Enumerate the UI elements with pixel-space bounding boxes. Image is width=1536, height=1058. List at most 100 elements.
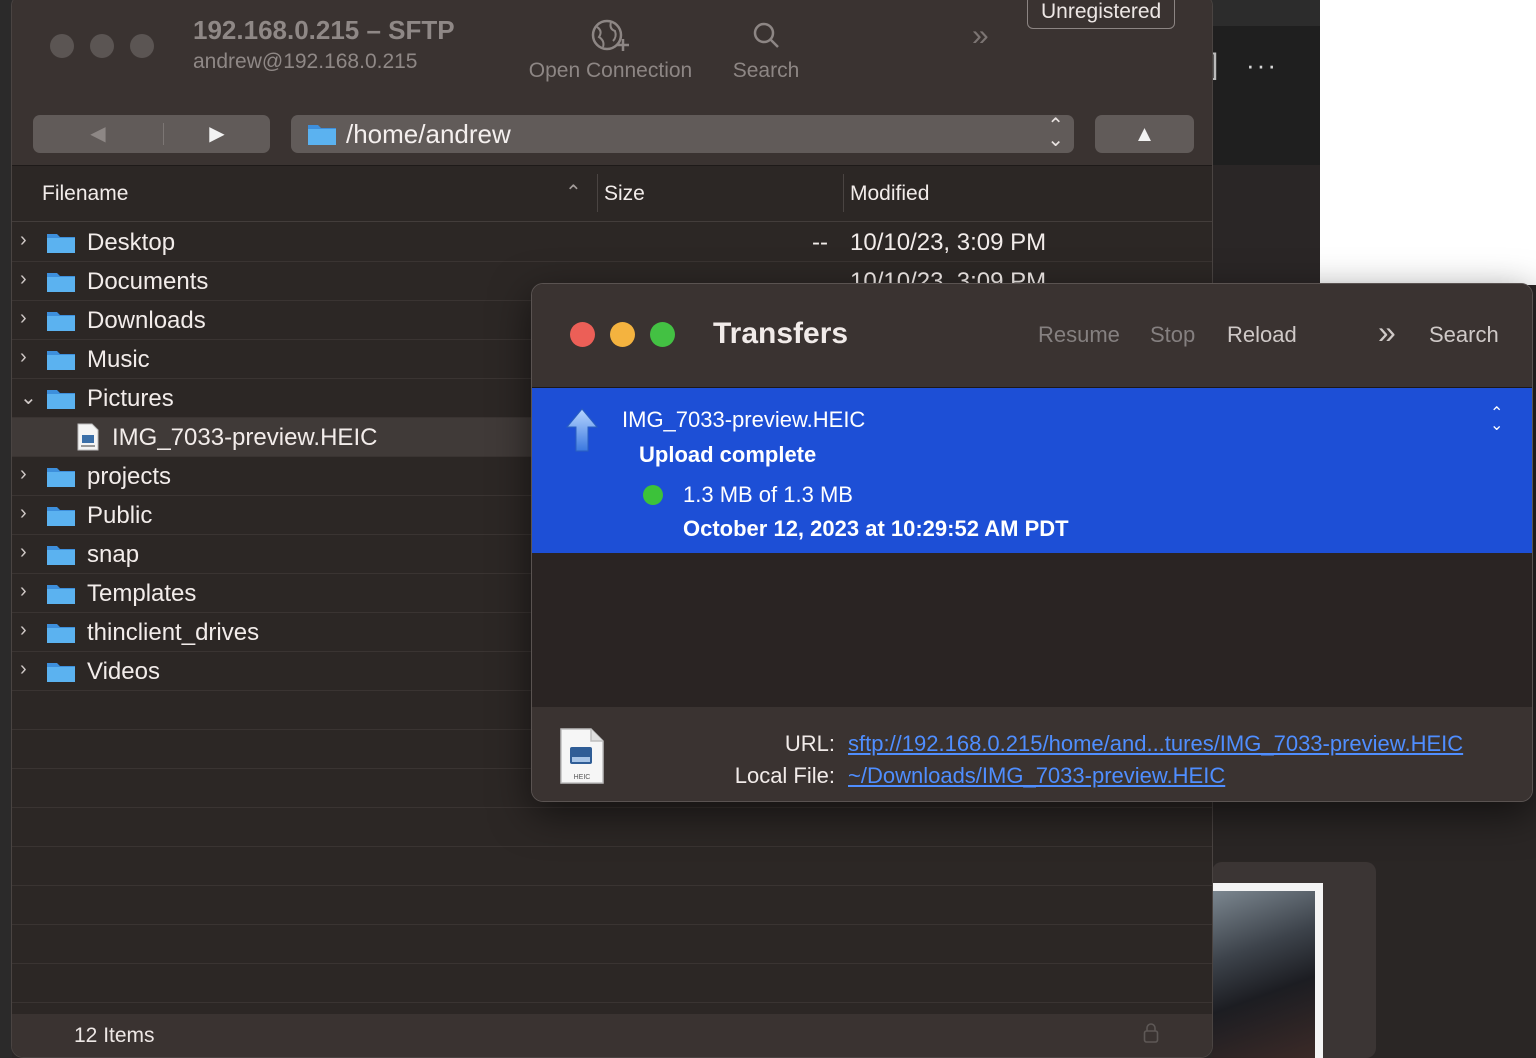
resume-button[interactable]: Resume [1038, 322, 1120, 348]
empty-row [12, 964, 1212, 1003]
chevron-down-icon[interactable]: ⌄ [20, 385, 37, 410]
transfer-info-panel: HEIC URL: sftp://192.168.0.215/home/and.… [532, 707, 1532, 801]
chevron-right-icon[interactable]: › [20, 658, 27, 681]
chevron-right-icon[interactable]: › [20, 307, 27, 330]
file-row-desktop[interactable]: › Desktop -- 10/10/23, 3:09 PM [12, 223, 1212, 262]
folder-icon [307, 122, 337, 151]
file-name: Downloads [87, 307, 206, 334]
file-name: projects [87, 463, 172, 490]
transfers-list-empty [532, 554, 1532, 707]
search-icon [726, 15, 806, 59]
open-connection-label: Open Connection [528, 59, 693, 82]
file-name: Videos [87, 658, 160, 685]
modified-column-header[interactable]: Modified [850, 182, 929, 206]
folder-icon [46, 349, 76, 376]
file-name: Music [87, 346, 150, 373]
folder-icon [46, 661, 76, 688]
background-window-titlebar [1210, 0, 1320, 26]
chevron-double-right-icon[interactable]: » [1378, 314, 1396, 351]
column-separator [597, 174, 598, 212]
open-connection-button[interactable]: Open Connection [518, 15, 703, 83]
transfer-progress: 1.3 MB of 1.3 MB [683, 482, 853, 507]
chevron-right-icon[interactable]: › [20, 229, 27, 252]
chevron-right-icon[interactable]: › [20, 463, 27, 486]
folder-icon [46, 583, 76, 610]
file-name: Templates [87, 580, 197, 607]
size-column-header[interactable]: Size [604, 182, 645, 206]
file-name: Desktop [87, 229, 176, 256]
url-link[interactable]: sftp://192.168.0.215/home/and...tures/IM… [848, 731, 1463, 757]
photo-image [1212, 891, 1315, 1058]
close-button[interactable] [570, 322, 595, 347]
more-options-icon[interactable]: ··· [1246, 50, 1278, 81]
file-name: thinclient_drives [87, 619, 260, 646]
transfer-filename: IMG_7033-preview.HEIC [622, 407, 866, 432]
heic-file-icon [76, 423, 100, 456]
folder-icon [46, 505, 76, 532]
photo-thumbnail[interactable] [1212, 883, 1323, 1058]
folder-icon [46, 232, 76, 259]
file-modified: 10/10/23, 3:09 PM [850, 229, 1047, 256]
transfer-timestamp: October 12, 2023 at 10:29:52 AM PDT [683, 516, 1069, 541]
path-popup[interactable]: /home/andrew ⌃ ⌄ [291, 115, 1074, 153]
chevron-right-icon[interactable]: › [20, 619, 27, 642]
file-name: Public [87, 502, 153, 529]
transfer-item[interactable]: IMG_7033-preview.HEIC Upload complete 1.… [532, 388, 1532, 553]
chevron-right-icon[interactable]: › [20, 268, 27, 291]
chevron-updown-icon: ⌃ ⌄ [1047, 115, 1064, 151]
filename-column-header[interactable]: Filename [42, 182, 128, 206]
forward-button[interactable]: ▶ [164, 115, 270, 153]
empty-row [12, 847, 1212, 886]
file-name: Documents [87, 268, 209, 295]
upload-arrow-icon [565, 407, 599, 460]
local-file-link[interactable]: ~/Downloads/IMG_7033-preview.HEIC [848, 763, 1225, 789]
transfers-toolbar: Transfers Resume Stop Reload » Search [532, 284, 1532, 388]
window-subtitle: andrew@192.168.0.215 [193, 50, 418, 73]
background-window [1210, 0, 1320, 165]
unregistered-button[interactable]: Unregistered [1027, 0, 1176, 29]
back-forward-control: ◀ ▶ [33, 115, 270, 153]
search-button[interactable]: Search [726, 15, 806, 83]
folder-icon [46, 388, 76, 415]
chevron-right-icon[interactable]: › [20, 502, 27, 525]
file-name: snap [87, 541, 140, 568]
parent-directory-button[interactable]: ▲ [1095, 115, 1194, 153]
stop-button[interactable]: Stop [1150, 322, 1195, 348]
chevron-right-icon[interactable]: › [20, 346, 27, 369]
chevron-double-right-icon[interactable]: » [972, 19, 989, 53]
status-bar: 12 Items [12, 1014, 1212, 1057]
column-separator [843, 174, 844, 212]
empty-row [12, 808, 1212, 847]
chevron-right-icon[interactable]: › [20, 580, 27, 603]
folder-icon [46, 544, 76, 571]
zoom-button[interactable] [650, 322, 675, 347]
chevron-right-icon[interactable]: › [20, 541, 27, 564]
sort-ascending-icon: ⌃ [565, 182, 582, 204]
folder-icon [46, 466, 76, 493]
file-name: IMG_7033-preview.HEIC [112, 424, 378, 451]
transfers-window: Transfers Resume Stop Reload » Search IM… [531, 283, 1533, 802]
background-white-panel [1320, 0, 1536, 285]
transfers-title: Transfers [713, 317, 849, 350]
reload-button[interactable]: Reload [1227, 322, 1297, 348]
heic-type-label: HEIC [574, 774, 591, 781]
minimize-button[interactable] [610, 322, 635, 347]
search-label: Search [732, 59, 800, 82]
folder-icon [46, 622, 76, 649]
current-path: /home/andrew [346, 119, 511, 149]
back-button[interactable]: ◀ [33, 115, 163, 153]
lock-icon [1143, 1022, 1159, 1049]
sftp-toolbar: 192.168.0.215 – SFTP andrew@192.168.0.21… [12, 0, 1212, 166]
transfer-status: Upload complete [639, 442, 817, 467]
column-header: Filename ⌃ Size Modified [12, 166, 1212, 222]
search-button[interactable]: Search [1429, 322, 1499, 348]
url-label: URL: [784, 731, 835, 756]
zoom-button[interactable] [130, 34, 154, 58]
minimize-button[interactable] [90, 34, 114, 58]
folder-icon [46, 310, 76, 337]
chevron-updown-icon[interactable]: ⌃ ⌄ [1490, 406, 1503, 434]
empty-row [12, 886, 1212, 925]
globe-plus-icon [518, 15, 703, 59]
close-button[interactable] [50, 34, 74, 58]
empty-row [12, 925, 1212, 964]
